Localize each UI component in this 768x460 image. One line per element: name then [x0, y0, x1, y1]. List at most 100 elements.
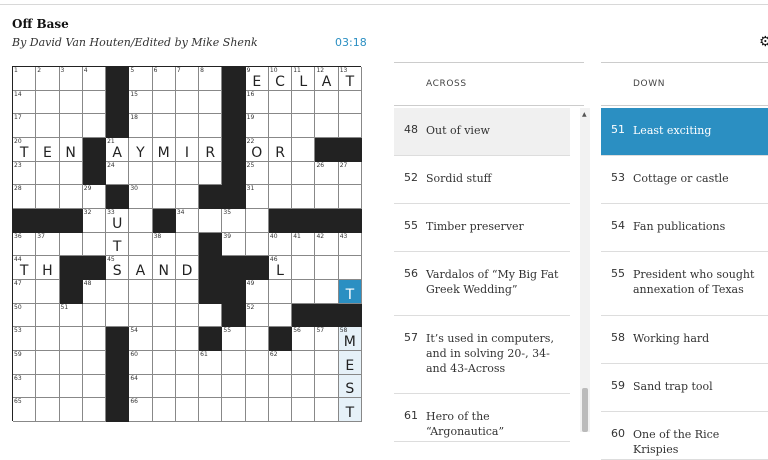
- clue-item[interactable]: 59 Sand trap tool: [601, 364, 768, 412]
- grid-cell[interactable]: 18: [129, 114, 153, 138]
- grid-cell[interactable]: [315, 374, 339, 399]
- grid-cell[interactable]: 44 T: [13, 256, 37, 280]
- grid-cell[interactable]: [152, 327, 176, 351]
- grid-cell[interactable]: 35: [222, 209, 246, 233]
- grid-cell[interactable]: 39: [222, 232, 246, 257]
- grid-cell[interactable]: [129, 303, 153, 328]
- grid-cell[interactable]: 30: [129, 185, 153, 209]
- grid-cell[interactable]: I: [175, 138, 200, 162]
- grid-cell[interactable]: 61: [199, 351, 223, 375]
- grid-cell[interactable]: [268, 374, 293, 399]
- grid-cell[interactable]: 57: [315, 327, 339, 351]
- grid-cell[interactable]: 27: [338, 161, 362, 186]
- grid-cell[interactable]: [106, 303, 130, 328]
- grid-cell[interactable]: [338, 114, 362, 138]
- grid-cell[interactable]: [59, 114, 83, 138]
- grid-cell[interactable]: 48: [82, 280, 107, 304]
- clue-item[interactable]: 56 Vardalos of “My Big Fat Greek Wedding”: [394, 252, 570, 316]
- grid-cell[interactable]: [59, 161, 83, 186]
- grid-cell[interactable]: [292, 398, 316, 422]
- grid-cell[interactable]: 64: [129, 374, 153, 399]
- grid-cell[interactable]: [268, 303, 293, 328]
- grid-cell[interactable]: 33 U: [106, 209, 130, 233]
- grid-cell[interactable]: [222, 374, 246, 399]
- grid-cell[interactable]: 19: [245, 114, 269, 138]
- grid-cell[interactable]: [106, 280, 130, 304]
- grid-cell[interactable]: 60: [129, 351, 153, 375]
- grid-cell[interactable]: 36: [13, 232, 37, 257]
- grid-cell[interactable]: 63: [13, 374, 37, 399]
- clue-item[interactable]: 51 Least exciting: [601, 108, 768, 156]
- grid-cell[interactable]: [315, 398, 339, 422]
- grid-cell[interactable]: 29: [82, 185, 107, 209]
- grid-cell[interactable]: [315, 256, 339, 280]
- grid-cell[interactable]: [82, 327, 107, 351]
- grid-cell[interactable]: [82, 351, 107, 375]
- grid-cell[interactable]: 42: [315, 232, 339, 257]
- grid-cell[interactable]: [175, 161, 200, 186]
- grid-cell[interactable]: [199, 161, 223, 186]
- grid-cell[interactable]: [152, 398, 176, 422]
- grid-cell[interactable]: 1: [13, 67, 37, 91]
- grid-cell[interactable]: Y: [129, 138, 153, 162]
- grid-cell[interactable]: [245, 351, 269, 375]
- grid-cell[interactable]: 43: [338, 232, 362, 257]
- grid-cell[interactable]: [59, 327, 83, 351]
- grid-cell[interactable]: [175, 114, 200, 138]
- grid-cell[interactable]: [268, 161, 293, 186]
- grid-cell[interactable]: 22 O: [245, 138, 269, 162]
- grid-cell[interactable]: [82, 114, 107, 138]
- grid-cell[interactable]: [59, 374, 83, 399]
- grid-cell[interactable]: 55: [222, 327, 246, 351]
- grid-cell[interactable]: [292, 161, 316, 186]
- grid-cell[interactable]: 8: [199, 67, 223, 91]
- clue-item[interactable]: 55 Timber preserver: [394, 204, 570, 252]
- grid-cell[interactable]: 14: [13, 90, 37, 115]
- grid-cell[interactable]: 54: [129, 327, 153, 351]
- grid-cell[interactable]: [152, 303, 176, 328]
- grid-cell[interactable]: [175, 90, 200, 115]
- crossword-grid[interactable]: 1 2 3 4 5 6 7 8 9 E 10 C 11 L 12 A 13 T 14 15 16 17 18 19 20 T E N 2…: [12, 66, 362, 422]
- grid-cell[interactable]: S: [338, 374, 362, 399]
- grid-cell[interactable]: [268, 90, 293, 115]
- grid-cell[interactable]: 23: [13, 161, 37, 186]
- grid-cell[interactable]: E: [338, 351, 362, 375]
- grid-cell[interactable]: [338, 185, 362, 209]
- grid-cell[interactable]: [82, 398, 107, 422]
- grid-cell[interactable]: [292, 351, 316, 375]
- clue-item[interactable]: 54 Fan publications: [601, 204, 768, 252]
- grid-cell[interactable]: [36, 351, 60, 375]
- grid-cell[interactable]: R: [199, 138, 223, 162]
- grid-cell[interactable]: 66: [129, 398, 153, 422]
- clue-item[interactable]: 61 Hero of the “Argonautica”: [394, 394, 570, 442]
- grid-cell[interactable]: [36, 90, 60, 115]
- grid-cell[interactable]: 5: [129, 67, 153, 91]
- grid-cell[interactable]: [315, 90, 339, 115]
- grid-cell[interactable]: [36, 185, 60, 209]
- grid-cell[interactable]: [292, 374, 316, 399]
- grid-cell[interactable]: 24: [106, 161, 130, 186]
- grid-cell[interactable]: E: [36, 138, 60, 162]
- grid-cell[interactable]: [129, 280, 153, 304]
- grid-cell[interactable]: [59, 232, 83, 257]
- grid-cell[interactable]: [59, 398, 83, 422]
- grid-cell[interactable]: H: [36, 256, 60, 280]
- grid-cell[interactable]: 7: [175, 67, 200, 91]
- grid-cell[interactable]: [152, 185, 176, 209]
- grid-cell[interactable]: 9E: [245, 67, 269, 91]
- grid-cell[interactable]: [315, 114, 339, 138]
- grid-cell[interactable]: [338, 90, 362, 115]
- grid-cell[interactable]: [292, 185, 316, 209]
- grid-cell[interactable]: 21 A: [106, 138, 130, 162]
- grid-cell[interactable]: [292, 256, 316, 280]
- clue-item[interactable]: 55 President who sought annexation of Tex…: [601, 252, 768, 316]
- clue-item[interactable]: 53 Cottage or castle: [601, 156, 768, 204]
- grid-cell[interactable]: R: [268, 138, 293, 162]
- grid-cell[interactable]: [268, 398, 293, 422]
- grid-cell[interactable]: 26: [315, 161, 339, 186]
- grid-cell[interactable]: [36, 280, 60, 304]
- grid-cell[interactable]: T: [338, 398, 362, 422]
- grid-cell[interactable]: 6: [152, 67, 176, 91]
- grid-cell[interactable]: 2: [36, 67, 60, 91]
- grid-cell[interactable]: [129, 232, 153, 257]
